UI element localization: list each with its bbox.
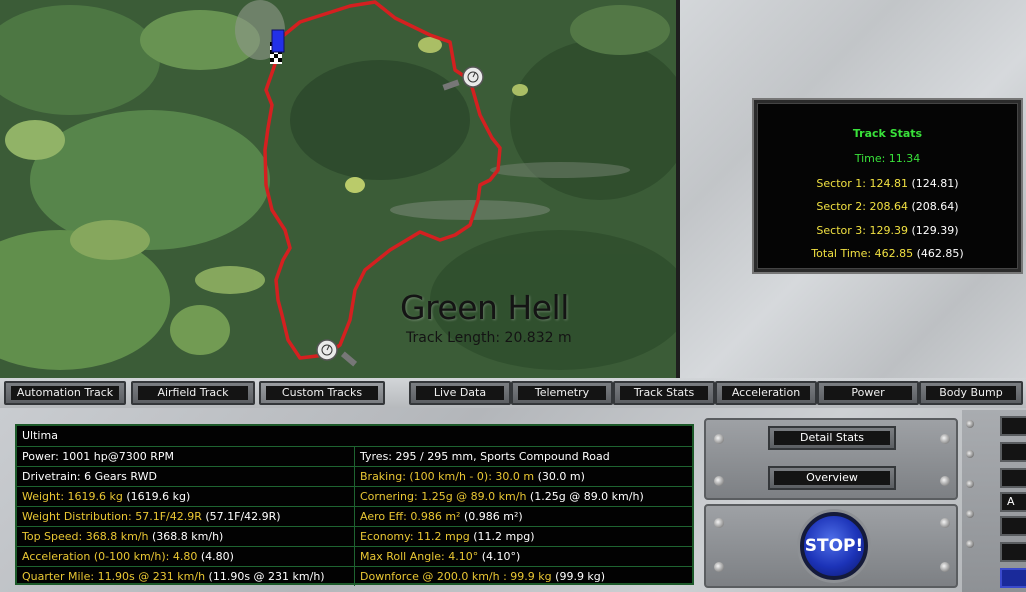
edge-button-blue[interactable]	[1000, 568, 1026, 588]
table-row: Power: 1001 hp@7300 RPM Tyres: 295 / 295…	[17, 446, 692, 466]
tab-acceleration[interactable]: Acceleration	[715, 381, 817, 405]
table-row: Weight Distribution: 57.1F/42.9R (57.1F/…	[17, 506, 692, 526]
spec-left: Acceleration (0-100 km/h): 4.80 (4.80)	[17, 547, 355, 566]
track-stats-title: Track Stats	[852, 127, 923, 140]
screw-icon	[714, 476, 724, 486]
sector-1: Sector 1: 124.81 (124.81)	[816, 177, 959, 190]
tab-body-bump[interactable]: Body Bump	[919, 381, 1023, 405]
screw-icon	[940, 562, 950, 572]
screw-icon	[940, 476, 950, 486]
spec-right: Max Roll Angle: 4.10° (4.10°)	[360, 550, 521, 563]
terrain-map-image	[0, 0, 676, 378]
screw-icon	[940, 518, 950, 528]
sector-3: Sector 3: 129.39 (129.39)	[816, 224, 959, 237]
screw-icon	[966, 510, 974, 518]
track-title: Green Hell	[400, 288, 569, 327]
spec-right: Economy: 11.2 mpg (11.2 mpg)	[360, 530, 535, 543]
screw-icon	[714, 562, 724, 572]
tab-custom-tracks[interactable]: Custom Tracks	[259, 381, 385, 405]
track-time: Time: 11.34	[854, 152, 921, 165]
screw-icon	[714, 434, 724, 444]
spec-right: Downforce @ 200.0 km/h : 99.9 kg (99.9 k…	[360, 570, 606, 583]
right-edge-panel: A	[962, 410, 1026, 592]
screw-icon	[966, 420, 974, 428]
table-row: Drivetrain: 6 Gears RWD Braking: (100 km…	[17, 466, 692, 486]
spec-left: Drivetrain: 6 Gears RWD	[17, 467, 355, 486]
table-row: Top Speed: 368.8 km/h (368.8 km/h) Econo…	[17, 526, 692, 546]
total-time: Total Time: 462.85 (462.85)	[811, 247, 964, 260]
tab-track-stats[interactable]: Track Stats	[613, 381, 715, 405]
tab-automation-track[interactable]: Automation Track	[4, 381, 126, 405]
screw-icon	[966, 540, 974, 548]
track-map: Green Hell Track Length: 20.832 m	[0, 0, 676, 378]
tab-airfield-track[interactable]: Airfield Track	[131, 381, 255, 405]
spec-right: Braking: (100 km/h - 0): 30.0 m (30.0 m)	[360, 470, 585, 483]
spec-left: Quarter Mile: 11.90s @ 231 km/h (11.90s …	[17, 567, 355, 586]
spec-left: Weight Distribution: 57.1F/42.9R (57.1F/…	[17, 507, 355, 526]
spec-left: Weight: 1619.6 kg (1619.6 kg)	[17, 487, 355, 506]
edge-button[interactable]	[1000, 442, 1026, 462]
stop-button[interactable]: STOP!	[800, 512, 868, 580]
track-stats-box: Track Stats Time: 11.34 Sector 1: 124.81…	[754, 100, 1021, 272]
table-row: Ultima	[17, 426, 692, 445]
edge-button[interactable]	[1000, 516, 1026, 536]
spec-left: Power: 1001 hp@7300 RPM	[17, 447, 355, 466]
car-marker	[271, 29, 285, 53]
table-row: Quarter Mile: 11.90s @ 231 km/h (11.90s …	[17, 566, 692, 586]
screw-icon	[966, 480, 974, 488]
tab-telemetry[interactable]: Telemetry	[511, 381, 613, 405]
edge-button[interactable]	[1000, 542, 1026, 562]
screw-icon	[714, 518, 724, 528]
sector-2: Sector 2: 208.64 (208.64)	[816, 200, 959, 213]
edge-button[interactable]: A	[1000, 492, 1026, 512]
spec-right: Cornering: 1.25g @ 89.0 km/h (1.25g @ 89…	[360, 490, 644, 503]
overview-button[interactable]: Overview	[768, 466, 896, 490]
spec-right: Tyres: 295 / 295 mm, Sports Compound Roa…	[360, 450, 610, 463]
tab-power[interactable]: Power	[817, 381, 919, 405]
tab-bar: Automation Track Airfield Track Custom T…	[0, 378, 1026, 408]
car-specs-table: Ultima Power: 1001 hp@7300 RPM Tyres: 29…	[15, 424, 694, 586]
detail-stats-button[interactable]: Detail Stats	[768, 426, 896, 450]
tab-live-data[interactable]: Live Data	[409, 381, 511, 405]
screw-icon	[966, 450, 974, 458]
spec-right: Aero Eff: 0.986 m² (0.986 m²)	[360, 510, 523, 523]
spec-left: Top Speed: 368.8 km/h (368.8 km/h)	[17, 527, 355, 546]
table-row: Weight: 1619.6 kg (1619.6 kg) Cornering:…	[17, 486, 692, 506]
edge-button[interactable]	[1000, 468, 1026, 488]
track-length: Track Length: 20.832 m	[406, 330, 572, 346]
screw-icon	[940, 434, 950, 444]
edge-button[interactable]	[1000, 416, 1026, 436]
table-row: Acceleration (0-100 km/h): 4.80 (4.80) M…	[17, 546, 692, 566]
car-name: Ultima	[22, 429, 58, 442]
